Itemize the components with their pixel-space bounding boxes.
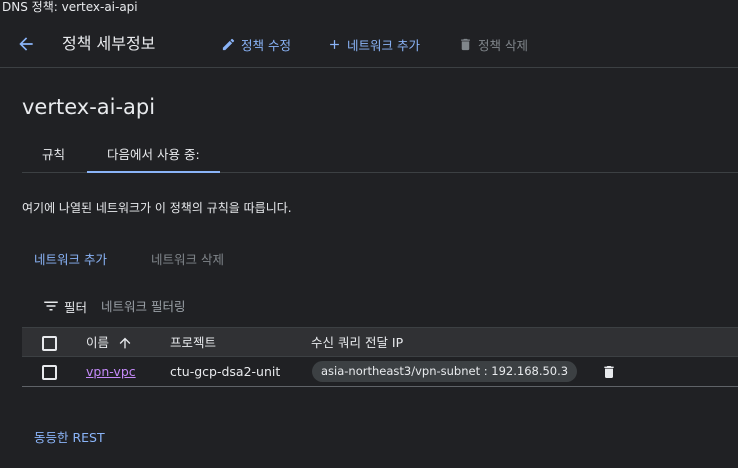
edit-policy-button[interactable]: 정책 수정	[221, 34, 291, 54]
tab-bar: 규칙 다음에서 사용 중:	[22, 138, 738, 173]
window-title: DNS 정책: vertex-ai-api	[0, 0, 738, 16]
equivalent-rest-link[interactable]: 동등한 REST	[34, 429, 105, 447]
row-checkbox[interactable]	[42, 365, 57, 380]
filter-label: 필터	[64, 299, 88, 315]
pencil-icon	[222, 38, 235, 50]
tab-rules[interactable]: 규칙	[22, 138, 85, 172]
filter-input[interactable]	[101, 298, 502, 314]
add-network-toolbar-label: 네트워크 추가	[347, 37, 420, 53]
description-text: 여기에 나열된 네트워크가 이 정책의 규칙을 따릅니다.	[22, 201, 292, 215]
edit-policy-label: 정책 수정	[241, 37, 291, 53]
tab-used-by[interactable]: 다음에서 사용 중:	[87, 138, 220, 173]
networks-table: 이름 프로젝트 수신 쿼리 전달 IP vpn-vpc ctu-gcp-dsa2…	[22, 327, 738, 387]
table-row: vpn-vpc ctu-gcp-dsa2-unit asia-northeast…	[22, 357, 738, 387]
table-header: 이름 프로젝트 수신 쿼리 전달 IP	[22, 327, 738, 357]
column-header-name[interactable]: 이름	[86, 328, 133, 357]
project-cell: ctu-gcp-dsa2-unit	[170, 364, 281, 379]
trash-icon	[461, 38, 470, 50]
plus-icon	[330, 39, 339, 49]
filter-list-icon[interactable]	[42, 297, 60, 315]
column-name-label: 이름	[86, 335, 110, 350]
page-title: 정책 세부정보	[62, 34, 156, 53]
select-all-checkbox[interactable]	[42, 336, 57, 351]
trash-icon	[604, 366, 614, 378]
add-network-button[interactable]: 네트워크 추가	[34, 251, 107, 269]
policy-name: vertex-ai-api	[22, 95, 156, 119]
toolbar: 정책 세부정보 정책 수정 네트워크 추가 정책 삭제	[0, 16, 738, 68]
delete-network-button[interactable]: 네트워크 삭제	[151, 251, 224, 269]
arrow-left-icon	[19, 37, 33, 51]
forwarding-ip-chip: asia-northeast3/vpn-subnet : 192.168.50.…	[312, 361, 578, 382]
column-header-forwarding-ip: 수신 쿼리 전달 IP	[311, 335, 404, 350]
remove-network-button[interactable]	[600, 363, 618, 381]
column-header-project: 프로젝트	[170, 335, 217, 350]
delete-policy-label: 정책 삭제	[478, 37, 528, 53]
filter-bar: 필터	[22, 289, 738, 323]
back-button[interactable]	[14, 32, 38, 56]
network-name-link[interactable]: vpn-vpc	[86, 357, 136, 386]
arrow-up-icon	[119, 337, 131, 348]
add-network-toolbar-button[interactable]: 네트워크 추가	[327, 34, 420, 54]
delete-policy-button[interactable]: 정책 삭제	[458, 34, 528, 54]
